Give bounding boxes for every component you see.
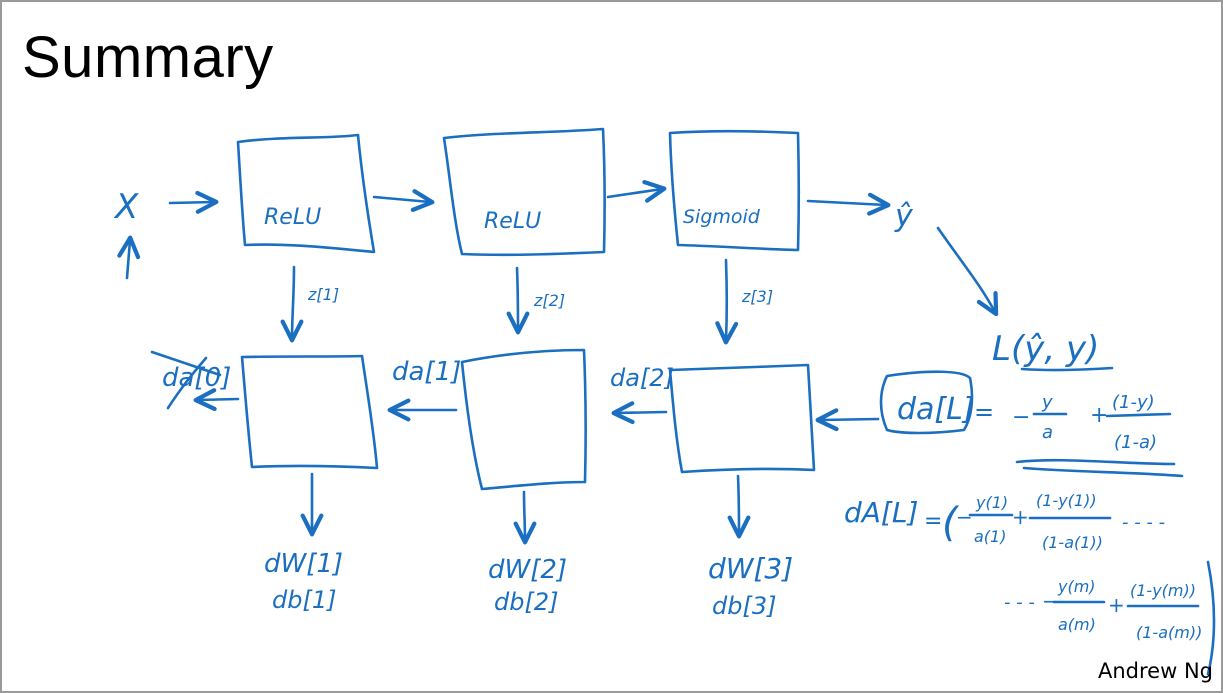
slide: Summary X ReLU ReLU Sigmoid ŷ L(ŷ, y) z[… [0,0,1223,693]
relu1-to-relu2-arrow [372,189,435,212]
block2-grad-arrow [513,490,537,545]
dA-equals: = [924,509,942,534]
author-credit: Andrew Ng [1098,659,1213,683]
forward-block-3 [668,129,801,252]
dA-label: dA[L] [844,496,918,529]
grad-dw1-label: dW[1] [264,549,343,579]
backward-da2-label: da[2] [610,364,674,392]
cache-z2-label: z[2] [533,291,565,310]
yhat-to-loss-arrow [936,226,999,317]
backward-block-3 [668,363,816,474]
cache-z1-label: z[1] [307,285,339,304]
dA-close-paren [1206,560,1216,676]
grad-dw3-label: dW[3] [708,552,793,585]
grad-db3-label: db[3] [712,592,776,620]
dA-trailing-dots: - - - - [1122,512,1165,533]
cache-z3-arrow [715,258,739,345]
block3-to-block2-arrow [611,401,668,425]
daL-equals: = [974,398,994,426]
block3-grad-arrow [727,474,751,539]
daL-term1-sign: − [1012,405,1030,430]
loss-label: L(ŷ, y) [992,329,1099,369]
daL-formula-underline-2 [1022,466,1184,478]
grad-db1-label: db[1] [272,586,336,614]
input-x-label: X [113,187,139,227]
dA-term3-num: y(m) [1057,577,1096,596]
daL-label: da[L] [897,392,975,427]
dA-term1-sign: − [956,505,973,529]
dA-term2-sign: + [1012,505,1029,529]
dA-term1-num: y(1) [975,493,1008,512]
cache-z3-label: z[3] [741,287,773,306]
daL-formula-underline-1 [1015,458,1176,466]
dA-term2-num: (1-y(1)) [1036,491,1097,510]
daL-term1-den: a [1042,422,1053,443]
forward-block-2 [442,127,606,257]
dA-term2-den: (1-a(1)) [1042,533,1103,552]
block1-to-da0-arrow [193,388,240,412]
cache-z2-arrow [506,266,530,335]
dA-term3-den: a(m) [1058,615,1096,634]
cache-z1-arrow [280,265,304,343]
dA-leading-dots: - - - [1004,592,1035,613]
sigmoid-to-yhat-arrow [806,192,891,216]
backward-da1-label: da[1] [392,357,461,387]
forward-block-2-label: ReLU [484,209,541,234]
input-da0-arrow [117,235,141,280]
daL-term1-num: y [1041,392,1053,413]
dA-term1-den: a(1) [974,527,1006,546]
dA-term4-num: (1-y(m)) [1130,581,1196,600]
forward-block-1-label: ReLU [264,205,321,230]
output-yhat-label: ŷ [894,199,914,234]
grad-dw2-label: dW[2] [488,555,567,585]
dA-term4-den: (1-a(m)) [1136,623,1202,642]
dA-term4-sign: + [1108,593,1125,617]
relu2-to-sigmoid-arrow [606,180,667,203]
grad-db2-label: db[2] [494,588,558,616]
daL-term2-den: (1-a) [1114,432,1157,453]
x-to-relu1-arrow [168,190,219,214]
backprop-diagram: X ReLU ReLU Sigmoid ŷ L(ŷ, y) z[1] z[2] … [113,127,1216,676]
daL-to-block3-arrow [815,408,880,432]
forward-block-3-label: Sigmoid [683,206,761,228]
forward-block-1 [236,133,376,254]
daL-term2-bar [1105,412,1172,418]
backward-block-2 [460,348,587,491]
backward-block-1 [240,354,379,470]
daL-term2-num: (1-y) [1112,392,1155,413]
daL-term2-sign: + [1090,403,1108,428]
